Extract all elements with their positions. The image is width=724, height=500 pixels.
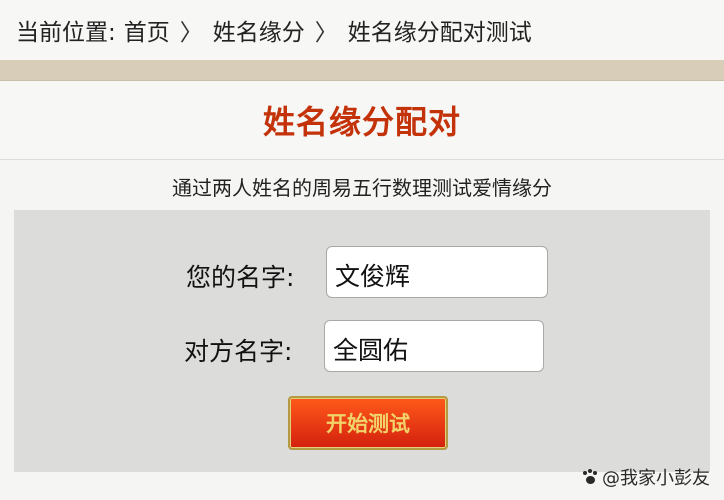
other-name-row: 对方名字: 全圆佑 xyxy=(14,320,710,376)
name-match-form: 您的名字: 文俊辉 对方名字: 全圆佑 开始测试 xyxy=(14,210,710,472)
other-name-input[interactable]: 全圆佑 xyxy=(324,320,544,372)
other-name-label: 对方名字: xyxy=(184,337,293,366)
page-subtitle: 通过两人姓名的周易五行数理测试爱情缘分 xyxy=(172,176,552,200)
your-name-row: 您的名字: 文俊辉 xyxy=(14,246,710,302)
page-title: 姓名缘分配对 xyxy=(262,103,461,141)
start-test-button[interactable]: 开始测试 xyxy=(288,396,448,450)
breadcrumb-separator: 〉 xyxy=(179,20,203,46)
your-name-label: 您的名字: xyxy=(186,263,295,292)
watermark: @我家小彭友 xyxy=(582,464,710,490)
title-area: 姓名缘分配对 xyxy=(0,81,724,160)
your-name-input[interactable]: 文俊辉 xyxy=(326,246,548,298)
breadcrumb-prefix: 当前位置: xyxy=(16,20,116,46)
breadcrumb-separator: 〉 xyxy=(314,20,338,46)
watermark-text: @我家小彭友 xyxy=(602,468,710,489)
breadcrumb: 当前位置: 首页 〉 姓名缘分 〉 姓名缘分配对测试 xyxy=(0,0,724,60)
breadcrumb-link-home[interactable]: 首页 xyxy=(124,13,170,47)
breadcrumb-link-name-fate[interactable]: 姓名缘分 xyxy=(213,13,305,47)
paw-icon xyxy=(582,469,600,485)
header-divider-bar xyxy=(0,60,724,81)
breadcrumb-current: 姓名缘分配对测试 xyxy=(347,20,532,46)
